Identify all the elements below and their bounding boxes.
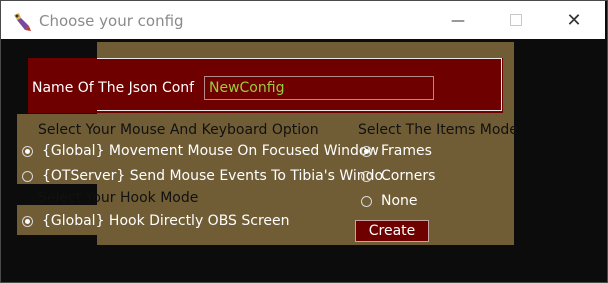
radio-button[interactable] [22, 145, 33, 157]
config-name-label: Name Of The Json Conf [32, 80, 195, 96]
radio-button[interactable] [22, 170, 33, 182]
maximize-button[interactable] [493, 2, 539, 40]
title-bar[interactable]: Choose your config — ✕ [1, 1, 605, 39]
radio-option-label: {Global} Movement Mouse On Focused Windo… [42, 143, 379, 159]
create-button[interactable]: Create [355, 220, 429, 242]
maximize-icon [510, 14, 522, 26]
radio-option-label: {OTServer} Send Mouse Events To Tibia's … [42, 168, 384, 184]
mouse-keyboard-heading: Select Your Mouse And Keyboard Option [38, 122, 319, 138]
close-icon: ✕ [566, 10, 582, 31]
items-mode-heading: Select The Items Mode [358, 122, 518, 138]
radio-option-global-mouse[interactable]: {Global} Movement Mouse On Focused Windo… [22, 143, 379, 159]
radio-button[interactable] [361, 170, 372, 182]
minimize-icon: — [451, 13, 465, 29]
hook-mode-heading: Select Your Hook Mode [38, 190, 199, 206]
radio-option-otserver-mouse[interactable]: {OTServer} Send Mouse Events To Tibia's … [22, 168, 383, 184]
radio-option-global-hook[interactable]: {Global} Hook Directly OBS Screen [22, 213, 290, 229]
radio-button[interactable] [22, 215, 33, 227]
radio-option-label: {Global} Hook Directly OBS Screen [42, 213, 290, 229]
radio-option-label: None [381, 193, 418, 209]
radio-option-frames[interactable]: Frames [361, 143, 432, 159]
radio-option-none[interactable]: None [361, 193, 418, 209]
radio-button[interactable] [361, 145, 372, 157]
app-icon [14, 13, 31, 31]
window-title: Choose your config [39, 12, 184, 30]
radio-option-label: Corners [381, 168, 436, 184]
radio-option-corners[interactable]: Corners [361, 168, 435, 184]
radio-option-label: Frames [381, 143, 432, 159]
close-button[interactable]: ✕ [551, 2, 597, 40]
minimize-button[interactable]: — [435, 2, 481, 40]
config-name-input[interactable] [204, 76, 434, 100]
radio-button[interactable] [361, 195, 372, 207]
